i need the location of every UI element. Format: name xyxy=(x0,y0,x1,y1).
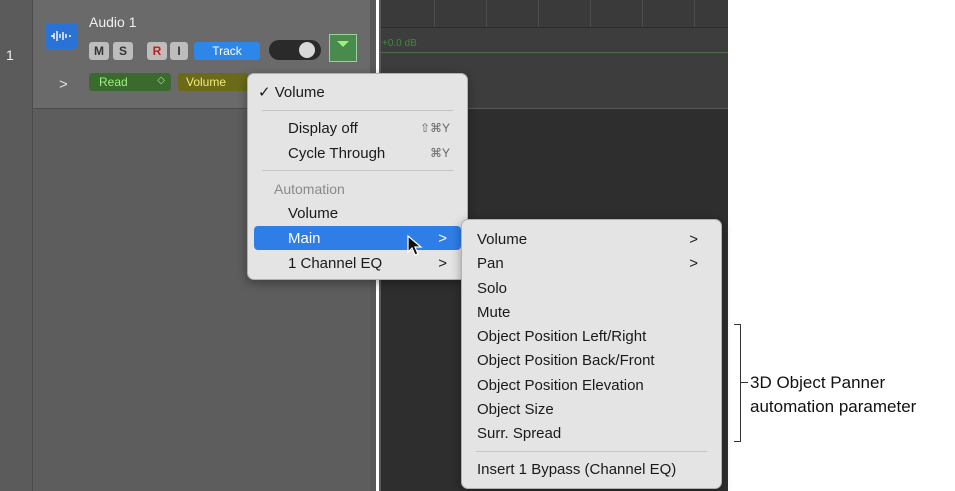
menu-item-label: Insert 1 Bypass (Channel EQ) xyxy=(477,460,677,478)
submenu-item-object-size[interactable]: Object Size xyxy=(477,397,712,421)
menu-item-label: Main xyxy=(288,229,321,247)
menu-item-label: Object Size xyxy=(477,400,554,418)
ruler-tick xyxy=(486,0,487,27)
callout-leader-line xyxy=(740,382,748,383)
menu-item-label: Cycle Through xyxy=(288,144,386,162)
menu-item-label: Solo xyxy=(477,279,508,297)
expand-chevron-icon[interactable]: > xyxy=(59,76,68,93)
main-automation-submenu: Volume > Pan > Solo Mute Object Position… xyxy=(461,219,722,489)
timeline-ruler[interactable] xyxy=(381,0,728,28)
menu-item-label: Surr. Spread xyxy=(477,424,562,442)
menu-item-channel-eq[interactable]: 1 Channel EQ > xyxy=(288,251,461,275)
menu-section-automation: Automation xyxy=(274,177,444,201)
automation-parameter-select[interactable]: Volume xyxy=(178,73,248,91)
menu-separator xyxy=(476,451,707,452)
menu-item-label: Pan xyxy=(477,254,504,272)
submenu-item-object-position-left-right[interactable]: Object Position Left/Right xyxy=(477,324,712,348)
menu-item-label: Volume xyxy=(288,204,339,222)
mouse-pointer-icon xyxy=(407,235,423,256)
automation-level-readout: +0.0 dB xyxy=(382,38,417,49)
automation-mode-value: Read xyxy=(99,75,128,89)
menu-item-label: Mute xyxy=(477,303,511,321)
menu-item-main[interactable]: Main > xyxy=(254,226,461,250)
menu-item-label: Object Position Back/Front xyxy=(477,351,655,369)
menu-section-label: Automation xyxy=(274,181,345,197)
menu-item-cycle-through[interactable]: Cycle Through ⌘Y xyxy=(288,141,458,165)
mute-button[interactable]: M xyxy=(89,42,109,60)
menu-item-volume[interactable]: Volume xyxy=(288,201,458,225)
chevron-right-icon: > xyxy=(438,229,447,247)
menu-item-volume-checked[interactable]: ✓ Volume xyxy=(258,80,458,104)
callout-line-2: automation parameter xyxy=(750,397,917,416)
level-meter-icon[interactable] xyxy=(329,34,357,62)
menu-separator xyxy=(262,110,453,111)
menu-item-label: Display off xyxy=(288,119,358,137)
ruler-tick xyxy=(434,0,435,27)
track-number-column: 1 xyxy=(0,0,33,491)
track-on-off-toggle[interactable] xyxy=(269,40,321,60)
chevron-right-icon: > xyxy=(438,254,447,272)
submenu-item-object-position-back-front[interactable]: Object Position Back/Front xyxy=(477,348,712,372)
chevron-right-icon: > xyxy=(689,254,698,272)
audio-waveform-icon[interactable] xyxy=(45,23,77,49)
menu-item-label: ✓ Volume xyxy=(258,84,325,101)
shortcut-label: ⌘Y xyxy=(429,146,450,160)
callout-bracket xyxy=(734,324,741,442)
track-button[interactable]: Track xyxy=(194,42,260,60)
ruler-tick xyxy=(642,0,643,27)
callout-line-1: 3D Object Panner xyxy=(750,373,886,392)
chevron-right-icon: > xyxy=(689,230,698,248)
ruler-tick xyxy=(590,0,591,27)
submenu-item-mute[interactable]: Mute xyxy=(477,300,712,324)
select-arrows-icon: ◇ xyxy=(157,75,165,86)
menu-separator xyxy=(262,170,453,171)
submenu-item-solo[interactable]: Solo xyxy=(477,276,712,300)
automation-line[interactable] xyxy=(381,52,728,53)
track-number: 1 xyxy=(6,47,14,63)
submenu-item-pan[interactable]: Pan > xyxy=(477,251,712,275)
menu-item-label: Object Position Left/Right xyxy=(477,327,647,345)
menu-item-display-off[interactable]: Display off ⇧⌘Y xyxy=(288,116,458,140)
automation-parameter-menu: ✓ Volume Display off ⇧⌘Y Cycle Through ⌘… xyxy=(247,73,468,280)
submenu-item-object-position-elevation[interactable]: Object Position Elevation xyxy=(477,373,712,397)
automation-mode-select[interactable]: Read ◇ xyxy=(89,73,171,91)
submenu-item-surr-spread[interactable]: Surr. Spread xyxy=(477,421,712,445)
toggle-knob xyxy=(299,42,315,58)
input-monitoring-button[interactable]: I xyxy=(170,42,188,60)
menu-item-label: Object Position Elevation xyxy=(477,376,644,394)
menu-item-label: 1 Channel EQ xyxy=(288,254,383,272)
track-name[interactable]: Audio 1 xyxy=(89,14,136,30)
ruler-tick xyxy=(694,0,695,27)
menu-item-label: Volume xyxy=(477,230,528,248)
record-enable-button[interactable]: R xyxy=(147,42,167,60)
submenu-item-insert-bypass[interactable]: Insert 1 Bypass (Channel EQ) xyxy=(477,457,712,481)
shortcut-label: ⇧⌘Y xyxy=(419,121,450,135)
submenu-item-volume[interactable]: Volume > xyxy=(477,227,712,251)
ruler-tick xyxy=(538,0,539,27)
solo-button[interactable]: S xyxy=(113,42,133,60)
automation-parameter-value: Volume xyxy=(186,75,227,89)
